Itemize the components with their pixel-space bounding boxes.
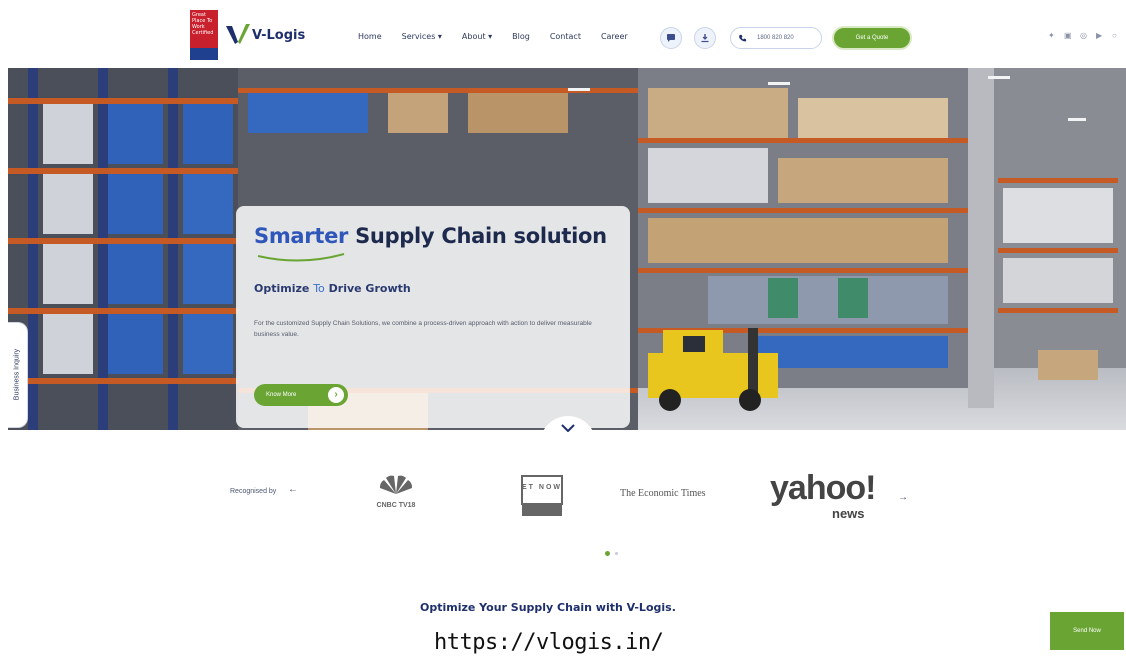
yahoo-logo-text: yahoo! — [770, 469, 876, 507]
logo-text: V-Logis — [252, 27, 306, 43]
nav-services[interactable]: Services ▾ — [402, 32, 442, 41]
economic-times-logo: The Economic Times — [620, 488, 706, 499]
nav-blog[interactable]: Blog — [512, 32, 530, 41]
cnbc-logo-text: CNBC TV18 — [376, 502, 416, 509]
site-logo[interactable]: V-Logis — [226, 24, 305, 46]
instagram-icon[interactable]: ◎ — [1080, 32, 1088, 40]
hero-card: Smarter Supply Chain solution Optimize T… — [236, 206, 630, 428]
twitter-icon[interactable]: ✦ — [1048, 32, 1056, 40]
main-nav: Home Services ▾ About ▾ Blog Contact Car… — [358, 32, 648, 41]
business-inquiry-label: Business Inquiry — [13, 348, 21, 401]
chat-icon — [667, 34, 675, 42]
hero-description: For the customized Supply Chain Solution… — [254, 320, 592, 338]
phone-link[interactable]: 1800 820 820 — [730, 27, 822, 49]
url-caption: https://vlogis.in/ — [434, 630, 664, 655]
et-now-logo-text: ET NOW — [522, 484, 562, 491]
nav-career[interactable]: Career — [601, 32, 628, 41]
nav-contact[interactable]: Contact — [550, 32, 581, 41]
chat-button[interactable] — [660, 27, 682, 49]
et-now-logo: ET NOW — [520, 474, 564, 518]
social-links: ✦ ▣ ◎ ▶ ○ — [1048, 32, 1120, 40]
carousel-next-icon[interactable]: → — [898, 492, 908, 503]
hero-title: Smarter Supply Chain solution — [254, 224, 607, 248]
youtube-icon[interactable]: ▶ — [1096, 32, 1104, 40]
phone-icon — [733, 29, 751, 47]
recognized-by-label: Recognised by — [230, 488, 277, 495]
hero-subtitle-a: Optimize — [254, 282, 310, 295]
download-icon — [701, 34, 709, 43]
cnbc-logo: CNBC TV18 — [370, 472, 422, 520]
hero-subtitle-b: To — [313, 282, 325, 295]
yahoo-news-logo: yahoo! news — [770, 469, 876, 521]
site-header: Great Place To Work Certified V-Logis Ho… — [0, 0, 1126, 68]
know-more-button[interactable]: Know More › — [254, 384, 348, 406]
v-logo-icon — [226, 24, 250, 46]
send-now-button[interactable]: Send Now — [1050, 612, 1124, 650]
get-quote-button[interactable]: Get a Quote — [832, 26, 912, 50]
business-inquiry-tab[interactable]: Business Inquiry — [8, 322, 28, 428]
hero-subtitle-c: Drive Growth — [328, 282, 411, 295]
carousel-dot-active[interactable] — [605, 551, 610, 556]
hero-banner: Smarter Supply Chain solution Optimize T… — [8, 68, 1126, 430]
section-title: Optimize Your Supply Chain with V-Logis. — [420, 601, 676, 614]
carousel-dot[interactable] — [615, 552, 618, 555]
linkedin-icon[interactable]: ▣ — [1064, 32, 1072, 40]
phone-number: 1800 820 820 — [757, 35, 794, 41]
carousel-prev-icon[interactable]: ← — [288, 484, 298, 495]
badge-footer — [190, 48, 218, 60]
arrow-right-icon: › — [328, 387, 344, 403]
hero-title-rest: Supply Chain solution — [355, 224, 607, 248]
facebook-icon[interactable]: ○ — [1112, 32, 1120, 40]
download-button[interactable] — [694, 27, 716, 49]
great-place-to-work-badge: Great Place To Work Certified — [190, 10, 218, 60]
title-underline-swoosh — [257, 253, 345, 262]
page: Great Place To Work Certified V-Logis Ho… — [0, 0, 1126, 658]
badge-text: Great Place To Work Certified — [192, 12, 214, 36]
hero-title-highlight: Smarter — [254, 224, 349, 248]
nav-about[interactable]: About ▾ — [462, 32, 492, 41]
know-more-label: Know More — [266, 392, 297, 398]
yahoo-news-text: news — [832, 506, 865, 521]
hero-subtitle: Optimize To Drive Growth — [254, 282, 411, 295]
nav-home[interactable]: Home — [358, 32, 382, 41]
chevron-down-icon — [561, 424, 575, 432]
